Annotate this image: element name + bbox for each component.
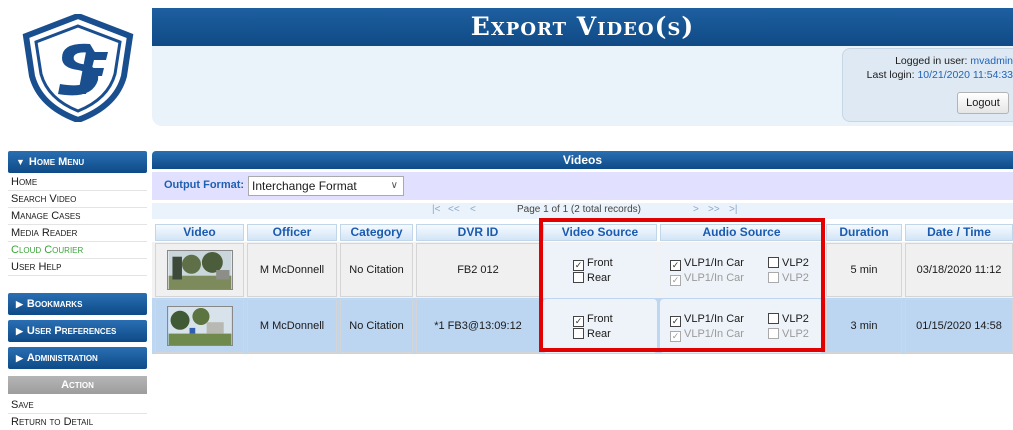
officer-cell: M McDonnell bbox=[247, 243, 337, 297]
sidebar-item-media-reader[interactable]: Media Reader bbox=[8, 225, 147, 242]
logged-in-user: mvadmin bbox=[970, 55, 1013, 67]
sidebar-home-menu[interactable]: ▼ Home Menu bbox=[8, 151, 147, 173]
first-page-icon[interactable]: |< bbox=[432, 204, 440, 215]
action-return-to-detail[interactable]: Return to Detail bbox=[8, 414, 147, 430]
sidebar-item-user-help[interactable]: User Help bbox=[8, 259, 147, 276]
prev-page-group-icon[interactable]: << bbox=[448, 204, 460, 215]
sidebar-administration[interactable]: ▶ Administration bbox=[8, 347, 147, 369]
column-header-datetime: Date / Time bbox=[905, 224, 1013, 241]
column-header-video: Video bbox=[155, 224, 244, 241]
home-menu-label: Home Menu bbox=[28, 156, 85, 168]
bookmarks-label: Bookmarks bbox=[26, 298, 83, 310]
video-thumbnail[interactable] bbox=[166, 306, 233, 346]
sidebar-user-preferences[interactable]: ▶ User Preferences bbox=[8, 320, 147, 342]
action-header: Action bbox=[8, 376, 147, 394]
column-header-officer: Officer bbox=[247, 224, 337, 241]
logged-in-label: Logged in user: bbox=[895, 55, 968, 67]
output-format-value: Interchange Format bbox=[252, 179, 357, 193]
page-info: Page 1 of 1 (2 total records) bbox=[517, 204, 641, 215]
column-header-duration: Duration bbox=[826, 224, 902, 241]
datetime-cell: 01/15/2020 14:58 bbox=[905, 299, 1013, 353]
sidebar-item-search-video[interactable]: Search Video bbox=[8, 191, 147, 208]
video-thumbnail-cell[interactable] bbox=[155, 243, 244, 297]
output-format-select[interactable]: Interchange Format ∨ bbox=[248, 176, 404, 196]
sidebar-item-manage-cases[interactable]: Manage Cases bbox=[8, 208, 147, 225]
last-login-value: 10/21/2020 11:54:33 bbox=[917, 69, 1013, 81]
duration-cell: 5 min bbox=[826, 243, 902, 297]
column-header-dvr-id: DVR ID bbox=[416, 224, 540, 241]
triangle-right-icon: ▶ bbox=[16, 353, 23, 363]
video-thumbnail-cell[interactable] bbox=[155, 299, 244, 353]
sidebar-bookmarks[interactable]: ▶ Bookmarks bbox=[8, 293, 147, 315]
pager: |< << < Page 1 of 1 (2 total records) > … bbox=[152, 203, 1013, 219]
last-page-icon[interactable]: >| bbox=[729, 204, 737, 215]
category-cell: No Citation bbox=[340, 299, 413, 353]
videos-section-title: Videos bbox=[152, 151, 1013, 169]
dvr-id-cell: *1 FB3@13:09:12 bbox=[416, 299, 540, 353]
logo bbox=[20, 12, 136, 124]
page-title: Export Video(s) bbox=[152, 8, 1013, 46]
highlight-annotation bbox=[539, 218, 825, 352]
output-format-label: Output Format: bbox=[164, 179, 245, 191]
officer-cell: M McDonnell bbox=[247, 299, 337, 353]
logout-button[interactable]: Logout bbox=[957, 92, 1009, 114]
column-header-category: Category bbox=[340, 224, 413, 241]
action-save[interactable]: Save bbox=[8, 397, 147, 414]
triangle-down-icon: ▼ bbox=[16, 157, 25, 167]
next-page-icon[interactable]: > bbox=[693, 204, 699, 215]
next-page-group-icon[interactable]: >> bbox=[708, 204, 720, 215]
dvr-id-cell: FB2 012 bbox=[416, 243, 540, 297]
chevron-down-icon: ∨ bbox=[390, 180, 398, 191]
prev-page-icon[interactable]: < bbox=[470, 204, 476, 215]
datetime-cell: 03/18/2020 11:12 bbox=[905, 243, 1013, 297]
video-thumbnail[interactable] bbox=[166, 250, 233, 290]
category-cell: No Citation bbox=[340, 243, 413, 297]
last-login-label: Last login: bbox=[866, 69, 915, 81]
triangle-right-icon: ▶ bbox=[16, 299, 23, 309]
user-preferences-label: User Preferences bbox=[26, 325, 117, 337]
sidebar-item-cloud-courier[interactable]: Cloud Courier bbox=[8, 242, 147, 259]
triangle-right-icon: ▶ bbox=[16, 326, 23, 336]
sidebar-item-home[interactable]: Home bbox=[8, 174, 147, 191]
duration-cell: 3 min bbox=[826, 299, 902, 353]
administration-label: Administration bbox=[26, 352, 98, 364]
